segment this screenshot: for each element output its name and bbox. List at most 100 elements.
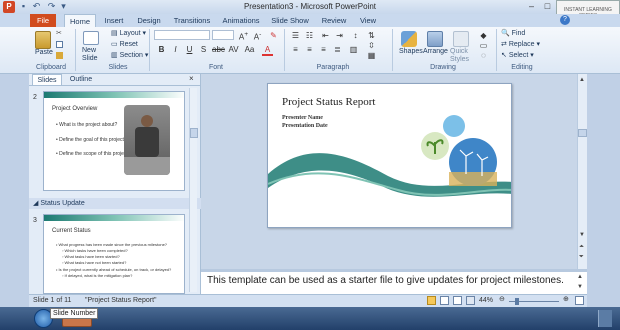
slide-counter[interactable]: Slide 1 of 11 [33, 297, 71, 304]
slide-thumbnail[interactable]: Current Status • What progress has been … [43, 214, 185, 294]
pane-scroll-thumb[interactable] [190, 128, 198, 138]
shape-outline-icon[interactable]: ▭ [478, 41, 489, 50]
smartart-icon[interactable]: ▦ [366, 51, 377, 60]
tab-insert[interactable]: Insert [101, 14, 127, 27]
tab-slides[interactable]: Slides [32, 74, 62, 85]
clear-formatting-icon[interactable]: ✎ [268, 31, 279, 40]
arrange-button[interactable]: Arrange [423, 48, 448, 55]
scroll-thumb[interactable] [578, 129, 587, 137]
find-button[interactable]: 🔍 Find [501, 29, 525, 37]
slide-sorter-icon[interactable] [440, 296, 449, 305]
shapes-icon[interactable] [401, 31, 417, 47]
new-slide-icon[interactable] [83, 31, 99, 45]
paste-icon[interactable] [35, 31, 51, 49]
align-right-icon[interactable]: ≡ [318, 45, 329, 54]
notes-scroll-up-icon[interactable]: ▲ [577, 274, 583, 280]
find-label: Find [511, 30, 526, 37]
shape-effects-icon[interactable]: ◌ [478, 51, 489, 60]
columns-icon[interactable]: ▥ [348, 45, 359, 54]
show-desktop-button[interactable] [598, 310, 612, 327]
new-slide-button[interactable]: New Slide [82, 47, 102, 63]
font-size-box[interactable] [212, 30, 234, 40]
zoom-level[interactable]: 44% [479, 297, 493, 304]
underline-icon[interactable]: U [184, 45, 195, 54]
shrink-font-icon[interactable]: A- [252, 31, 263, 42]
thumb-bullet: • What is the project about? [56, 122, 118, 128]
layout-button[interactable]: ▤ Layout ▾ [111, 29, 146, 37]
close-pane-icon[interactable]: × [189, 74, 194, 83]
char-spacing-icon[interactable]: AV [228, 45, 239, 54]
arrange-icon[interactable] [427, 31, 443, 47]
zoom-in-icon[interactable]: ⊕ [563, 295, 569, 303]
current-slide[interactable]: Project Status Report Presenter Name Pre… [267, 83, 512, 228]
font-group-label: Font [208, 64, 223, 71]
change-case-icon[interactable]: Aa [244, 45, 255, 54]
notes-pane[interactable]: This template can be used as a starter f… [201, 269, 587, 294]
cut-icon[interactable]: ✂ [56, 30, 64, 37]
editing-group-label: Editing [511, 64, 533, 71]
section-header[interactable]: ◢ Status Update [29, 198, 201, 209]
italic-icon[interactable]: I [170, 45, 181, 54]
align-center-icon[interactable]: ≡ [304, 45, 315, 54]
fit-to-window-icon[interactable] [575, 296, 584, 305]
bullets-icon[interactable]: ☰ [290, 31, 301, 40]
shadow-icon[interactable]: S [198, 45, 209, 54]
font-color-icon[interactable]: A [262, 45, 273, 56]
thumb-bullet: • Define the goal of this project [56, 137, 124, 143]
select-button[interactable]: ↖ Select ▾ [501, 51, 534, 59]
grow-font-icon[interactable]: A+ [238, 31, 249, 42]
slide-thumbnail[interactable]: Project Overview • What is the project a… [43, 91, 185, 191]
notes-text[interactable]: This template can be used as a starter f… [207, 275, 564, 286]
thumb-bullet: • What progress has been made since the … [56, 242, 168, 247]
next-slide-icon[interactable]: ⏷ [579, 254, 584, 261]
thumb-bullet-text: What progress has been made since the pr… [58, 242, 168, 247]
tab-home[interactable]: Home [64, 14, 96, 27]
slide-show-icon[interactable] [466, 296, 475, 305]
shapes-button[interactable]: Shapes [399, 48, 423, 55]
collapse-icon[interactable]: ◢ [33, 200, 38, 207]
align-left-icon[interactable]: ≡ [290, 45, 301, 54]
bold-icon[interactable]: B [156, 45, 167, 54]
replace-button[interactable]: ⇄ Replace ▾ [501, 40, 540, 48]
tab-animations[interactable]: Animations [220, 14, 262, 27]
tab-file[interactable]: File [30, 14, 56, 27]
format-painter-icon[interactable] [56, 52, 63, 59]
tab-transitions[interactable]: Transitions [171, 14, 213, 27]
paste-button[interactable]: Paste [35, 49, 53, 56]
pane-scrollbar[interactable] [189, 88, 198, 292]
shape-fill-icon[interactable]: ◆ [478, 31, 489, 40]
tab-review[interactable]: Review [318, 14, 350, 27]
normal-view-icon[interactable] [427, 296, 436, 305]
zoom-slider-thumb[interactable] [515, 298, 519, 305]
increase-indent-icon[interactable]: ⇥ [334, 31, 345, 40]
slide-number: 2 [33, 94, 37, 101]
reset-button[interactable]: ▭ Reset [111, 40, 138, 48]
justify-icon[interactable]: ≣ [332, 45, 343, 54]
reading-view-icon[interactable] [453, 296, 462, 305]
align-text-icon[interactable]: ⇳ [366, 41, 377, 50]
decrease-indent-icon[interactable]: ⇤ [320, 31, 331, 40]
quick-styles-icon[interactable] [453, 31, 469, 47]
tab-view[interactable]: View [356, 14, 380, 27]
help-icon[interactable]: ? [560, 15, 570, 25]
line-spacing-icon[interactable]: ↕ [350, 31, 361, 40]
numbering-icon[interactable]: ☷ [304, 31, 315, 40]
prev-slide-icon[interactable]: ⏶ [579, 244, 584, 251]
slide-scrollbar[interactable]: ▲ ▼ ⏶ ⏷ [577, 74, 587, 269]
strikethrough-icon[interactable]: abc [212, 45, 225, 54]
quick-styles-button[interactable]: Quick Styles [450, 48, 472, 64]
section-button[interactable]: ▥ Section ▾ [111, 51, 148, 59]
font-name-box[interactable] [154, 30, 210, 40]
notes-scroll-down-icon[interactable]: ▼ [577, 284, 583, 290]
tab-slide-show[interactable]: Slide Show [269, 14, 311, 27]
maximize-icon[interactable]: □ [540, 1, 555, 12]
tab-design[interactable]: Design [134, 14, 164, 27]
text-direction-icon[interactable]: ⇅ [366, 31, 377, 40]
scroll-up-icon[interactable]: ▲ [579, 77, 585, 83]
zoom-out-icon[interactable]: ⊖ [499, 295, 505, 303]
tab-outline[interactable]: Outline [65, 74, 97, 85]
minimize-icon[interactable]: – [524, 1, 539, 12]
thumb-bullet: ▫ If delayed, what is the mitigation pla… [62, 273, 133, 278]
scroll-down-icon[interactable]: ▼ [579, 232, 585, 238]
copy-icon[interactable] [56, 41, 63, 48]
